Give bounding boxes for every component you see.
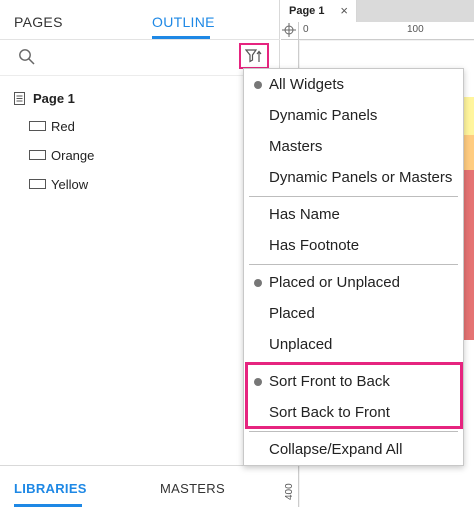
menu-item-dynamic-panels[interactable]: Dynamic Panels <box>244 100 463 131</box>
tab-libraries[interactable]: LIBRARIES <box>14 481 87 496</box>
outline-panel: PAGES OUTLINE Page 1 Red Orange Yellow L… <box>0 0 280 507</box>
menu-item-label: Masters <box>269 138 323 155</box>
menu-item-label: Unplaced <box>269 336 333 353</box>
rectangle-icon <box>29 150 46 160</box>
outline-search-row <box>0 40 280 76</box>
active-tab-indicator <box>152 36 210 39</box>
bottom-tabs: LIBRARIES MASTERS <box>0 465 280 507</box>
menu-item-label: Has Name <box>269 206 340 223</box>
page-tab-label: Page 1 <box>289 5 325 17</box>
tree-item-widget[interactable]: Orange <box>0 141 280 169</box>
tree-item-label: Page 1 <box>33 90 75 106</box>
menu-item-masters[interactable]: Masters <box>244 131 463 162</box>
tab-masters[interactable]: MASTERS <box>160 481 225 496</box>
ruler-tick-label: 0 <box>303 24 309 35</box>
crosshair-icon <box>282 23 296 37</box>
ruler-tick-label: 100 <box>407 24 424 35</box>
rectangle-icon <box>29 121 46 131</box>
selected-dot-icon <box>254 81 262 89</box>
tab-pages[interactable]: PAGES <box>14 14 63 30</box>
tab-outline[interactable]: OUTLINE <box>152 14 215 30</box>
panel-tabs: PAGES OUTLINE <box>0 0 280 40</box>
filter-sort-icon <box>245 49 262 63</box>
yellow-widget[interactable] <box>463 97 474 135</box>
tree-item-page[interactable]: Page 1 <box>0 84 280 112</box>
tree-item-widget[interactable]: Red <box>0 112 280 140</box>
menu-item-label: Dynamic Panels <box>269 107 378 124</box>
menu-item-unplaced[interactable]: Unplaced <box>244 329 463 360</box>
menu-item-label: All Widgets <box>269 76 345 93</box>
menu-item-all-widgets[interactable]: All Widgets <box>244 69 463 100</box>
search-icon[interactable] <box>18 48 36 66</box>
menu-item-has-footnote[interactable]: Has Footnote <box>244 230 463 261</box>
red-widget[interactable] <box>463 170 474 340</box>
menu-item-label: Dynamic Panels or Masters <box>269 169 453 186</box>
tree-item-label: Red <box>51 118 75 134</box>
tree-item-widget[interactable]: Yellow <box>0 170 280 198</box>
tree-item-label: Yellow <box>51 176 89 192</box>
menu-item-has-name[interactable]: Has Name <box>244 199 463 230</box>
menu-item-placed-or-unplaced[interactable]: Placed or Unplaced <box>244 267 463 298</box>
menu-item-label: Placed <box>269 305 315 322</box>
menu-item-label: Has Footnote <box>269 237 360 254</box>
menu-separator <box>249 431 458 432</box>
page-tab[interactable]: Page 1 × <box>281 0 357 22</box>
rectangle-icon <box>29 179 46 189</box>
sort-options-highlight <box>245 362 463 429</box>
menu-item-label: Placed or Unplaced <box>269 274 400 291</box>
menu-separator <box>249 196 458 197</box>
menu-item-label: Collapse/Expand All <box>269 441 403 458</box>
ruler-corner[interactable] <box>281 22 299 40</box>
selected-dot-icon <box>254 279 262 287</box>
page-icon <box>14 91 25 105</box>
menu-item-placed[interactable]: Placed <box>244 298 463 329</box>
menu-item-dynamic-panels-or-masters[interactable]: Dynamic Panels or Masters <box>244 162 463 193</box>
tree-item-label: Orange <box>51 147 95 163</box>
menu-separator <box>249 264 458 265</box>
filter-button[interactable] <box>239 43 269 69</box>
orange-widget[interactable] <box>463 135 474 170</box>
menu-item-collapse-expand-all[interactable]: Collapse/Expand All <box>244 434 463 465</box>
horizontal-ruler: 0 100 <box>281 22 474 40</box>
ruler-tick-label: 400 <box>284 483 295 500</box>
tab-strip <box>357 0 474 22</box>
close-icon[interactable]: × <box>340 3 348 18</box>
